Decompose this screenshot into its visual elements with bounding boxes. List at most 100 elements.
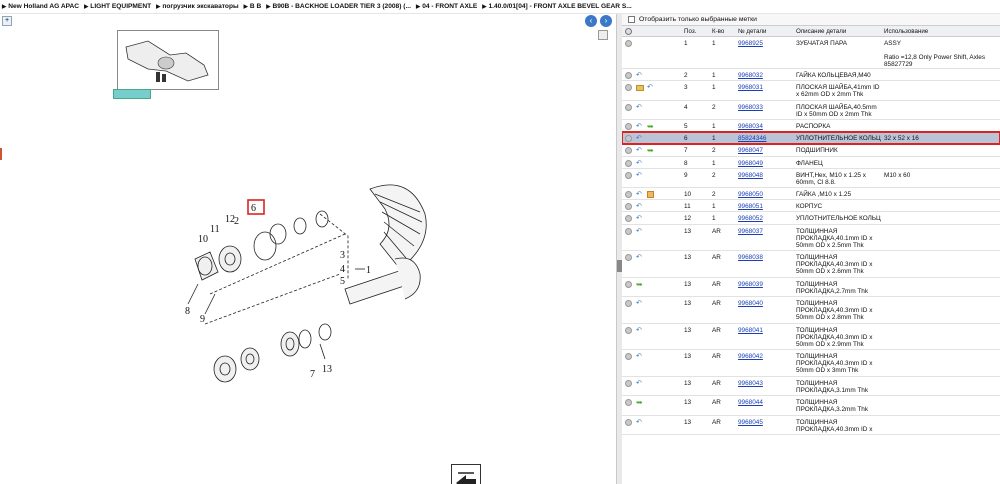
breadcrumb-item[interactable]: 1.40.0/01[04] - FRONT AXLE BEVEL GEAR S.… (489, 3, 632, 10)
row-part-number-text[interactable]: 9968039 (738, 281, 763, 288)
info-dot-icon[interactable] (625, 203, 632, 211)
fit-view-button[interactable] (598, 30, 608, 40)
table-row[interactable]: ➥ 13 AR 9968039 ТОЛЩИННАЯ ПРОКЛАДКА,2.7mm Th… (622, 278, 1000, 298)
row-part-number[interactable]: 9968049 (738, 160, 796, 167)
info-dot-icon[interactable] (625, 147, 632, 155)
row-part-number-text[interactable]: 9968051 (738, 203, 763, 210)
callout-12[interactable]: 12 (225, 214, 235, 225)
row-part-number[interactable]: 9968043 (738, 380, 796, 387)
breadcrumb-item[interactable]: LIGHT EQUIPMENT (90, 3, 151, 10)
row-part-number[interactable]: 9968045 (738, 419, 796, 426)
callout-5[interactable]: 5 (340, 276, 345, 287)
table-row[interactable]: ↶ 4 2 9968033 ПЛОСКАЯ ШАЙБА,40.5mm ID x 50mm… (622, 101, 1000, 120)
info-dot-icon[interactable] (625, 40, 632, 47)
col-header-pos[interactable]: Поз. (684, 28, 712, 35)
row-part-number-text[interactable]: 9968042 (738, 353, 763, 360)
table-row[interactable]: ↶ 6 1 85824346 УПЛОТНИТЕЛЬНОЕ КОЛЬЦ 32 x 52 x… (622, 131, 1000, 146)
row-part-number-text[interactable]: 9968032 (738, 72, 763, 79)
row-part-number-text[interactable]: 9968044 (738, 399, 763, 406)
reply-arrow-icon[interactable]: ↶ (636, 135, 644, 142)
row-part-number-text[interactable]: 9968034 (738, 123, 763, 130)
reply-arrow-icon[interactable]: ↶ (636, 419, 644, 426)
row-part-number[interactable]: 9968051 (738, 203, 796, 210)
info-dot-icon[interactable] (625, 380, 632, 388)
reply-arrow-icon[interactable]: ↶ (636, 160, 644, 167)
table-row[interactable]: 1 1 9968925 ЗУБЧАТАЯ ПАРА ASSY Ratio =12,8 On… (622, 37, 1000, 69)
table-row[interactable]: ↶ 13 AR 9968040 ТОЛЩИННАЯ ПРОКЛАДКА,40.3mm I… (622, 297, 1000, 324)
callout-6[interactable]: 6 (251, 203, 256, 214)
info-dot-icon[interactable] (625, 215, 632, 223)
row-part-number-text[interactable]: 9968050 (738, 191, 763, 198)
show-selected-checkbox[interactable] (628, 16, 635, 23)
reply-arrow-icon[interactable]: ↶ (636, 300, 644, 307)
forward-nav-button[interactable]: › (600, 15, 612, 27)
table-row[interactable]: ↶ 9 2 9968048 ВИНТ,Hex, M10 x 1.25 x 60mm, C… (622, 169, 1000, 189)
table-row[interactable]: ↶ 11 1 9968051 КОРПУС (622, 200, 1000, 213)
row-part-number-text[interactable]: 9968033 (738, 104, 763, 111)
callout-10[interactable]: 10 (198, 234, 208, 245)
row-part-number[interactable]: 9968047 (738, 147, 796, 154)
breadcrumb-item[interactable]: 04 - FRONT AXLE (422, 3, 477, 10)
thumbnail-page-tag[interactable] (113, 89, 151, 99)
reply-arrow-icon[interactable]: ↶ (647, 84, 655, 91)
callout-4[interactable]: 4 (340, 264, 345, 275)
row-part-number[interactable]: 9968040 (738, 300, 796, 307)
row-part-number[interactable]: 9968032 (738, 72, 796, 79)
info-dot-icon[interactable] (625, 72, 632, 79)
col-header-use[interactable]: Использование (884, 28, 1000, 35)
add-note-button[interactable]: + (2, 16, 12, 26)
row-part-number[interactable]: 9968052 (738, 215, 796, 222)
row-part-number-text[interactable]: 9968043 (738, 380, 763, 387)
callout-7[interactable]: 7 (310, 369, 315, 380)
table-row[interactable]: ↶ 2 1 9968032 ГАЙКА КОЛЬЦЕВАЯ,M40 (622, 69, 1000, 82)
row-part-number-text[interactable]: 9968040 (738, 300, 763, 307)
row-part-number-text[interactable]: 9968047 (738, 147, 763, 154)
col-header-part[interactable]: № детали (738, 28, 796, 35)
info-dot-icon[interactable] (625, 300, 632, 308)
row-part-number-text[interactable]: 9968048 (738, 172, 763, 179)
info-dot-icon[interactable] (625, 227, 632, 235)
row-part-number[interactable]: 9968050 (738, 191, 796, 198)
row-part-number-text[interactable]: 85824346 (738, 135, 766, 142)
callout-1[interactable]: 1 (366, 265, 371, 276)
row-part-number[interactable]: 9968041 (738, 327, 796, 334)
breadcrumb-item[interactable]: погрузчик экскаваторы (162, 3, 238, 10)
callout-8[interactable]: 8 (185, 306, 190, 317)
row-part-number[interactable]: 9968034 (738, 123, 796, 130)
info-dot-icon[interactable] (625, 159, 632, 167)
row-part-number[interactable]: 9968925 (738, 40, 796, 47)
reply-arrow-icon[interactable]: ↶ (636, 254, 644, 261)
table-row[interactable]: ↶ 13 AR 9968043 ТОЛЩИННАЯ ПРОКЛАДКА,3.1mm Th… (622, 377, 1000, 397)
callout-3[interactable]: 3 (340, 250, 345, 261)
table-row[interactable]: ↶ 8 1 9968049 ФЛАНЕЦ (622, 157, 1000, 169)
callout-13[interactable]: 13 (322, 364, 332, 375)
row-part-number[interactable]: 9968033 (738, 104, 796, 111)
back-nav-button[interactable]: ‹ (585, 15, 597, 27)
green-arrow-icon[interactable]: ➥ (647, 122, 655, 130)
reply-arrow-icon[interactable]: ↶ (636, 172, 644, 179)
row-part-number[interactable]: 9968031 (738, 84, 796, 91)
callout-11[interactable]: 11 (210, 224, 220, 235)
row-part-number[interactable]: 9968038 (738, 254, 796, 261)
table-row[interactable]: ↶ ➥ 7 2 9968047 ПОДШИПНИК (622, 144, 1000, 157)
table-row[interactable]: ↶ 10 2 9968050 ГАЙКА ,M10 x 1.25 (622, 188, 1000, 201)
green-arrow-icon[interactable]: ➥ (636, 399, 644, 407)
info-dot-icon[interactable] (625, 254, 632, 262)
table-row[interactable]: ↶ 13 AR 9968041 ТОЛЩИННАЯ ПРОКЛАДКА,40.3mm I… (622, 324, 1000, 351)
info-dot-icon[interactable] (625, 326, 632, 334)
table-row[interactable]: ➥ 13 AR 9968044 ТОЛЩИННАЯ ПРОКЛАДКА,3.2mm Th… (622, 396, 1000, 416)
folder-icon[interactable] (636, 84, 644, 91)
info-dot-icon[interactable] (625, 418, 632, 426)
settings-icon[interactable] (625, 27, 632, 35)
row-part-number-text[interactable]: 9968052 (738, 215, 763, 222)
reply-arrow-icon[interactable]: ↶ (636, 104, 644, 111)
table-row[interactable]: ↶ 13 AR 9968037 ТОЛЩИННАЯ ПРОКЛАДКА,40.1mm I… (622, 225, 1000, 252)
row-part-number-text[interactable]: 9968045 (738, 419, 763, 426)
table-row[interactable]: ↶ 13 AR 9968042 ТОЛЩИННАЯ ПРОКЛАДКА,40.3mm I… (622, 350, 1000, 378)
package-icon[interactable] (647, 191, 654, 199)
table-row[interactable]: ↶ 13 AR 9968038 ТОЛЩИННАЯ ПРОКЛАДКА,40.3mm I… (622, 251, 1000, 278)
row-part-number[interactable]: 9968037 (738, 228, 796, 235)
row-part-number[interactable]: 9968044 (738, 399, 796, 406)
reply-arrow-icon[interactable]: ↶ (636, 228, 644, 235)
info-dot-icon[interactable] (625, 84, 632, 92)
